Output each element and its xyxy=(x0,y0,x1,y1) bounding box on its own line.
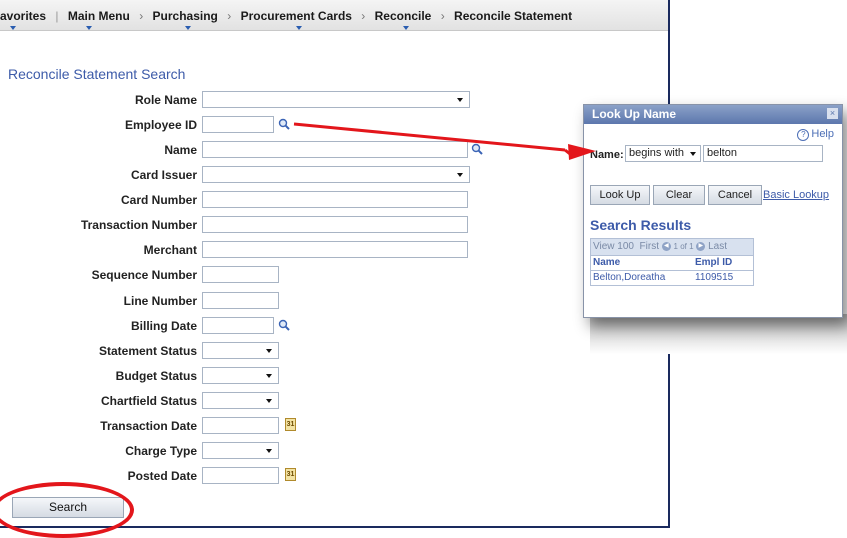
annotation-arrow xyxy=(293,122,596,160)
